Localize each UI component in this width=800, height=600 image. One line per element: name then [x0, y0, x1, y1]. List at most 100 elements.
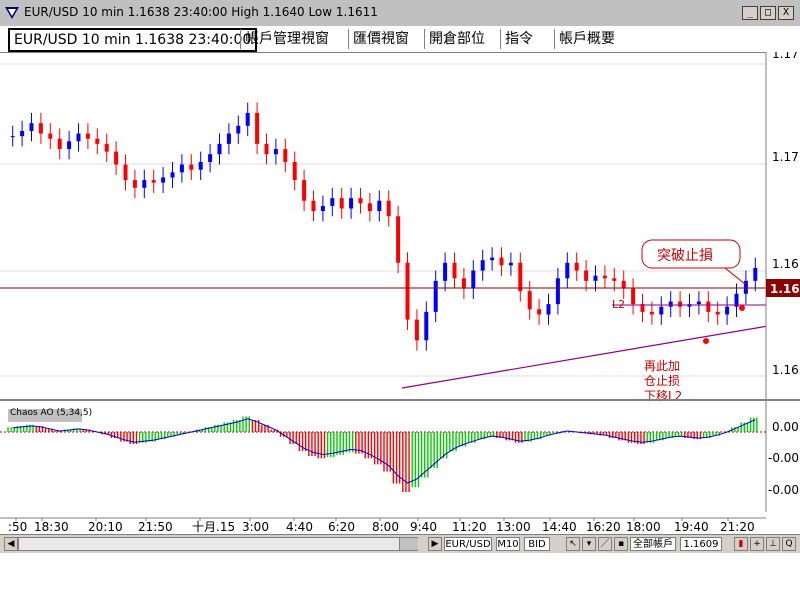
- candle-body: [443, 262, 448, 281]
- candle-body: [29, 123, 34, 131]
- time-label: :50: [8, 520, 27, 534]
- candle-body: [85, 133, 90, 139]
- candle: [668, 291, 673, 318]
- draw-tool-icon[interactable]: ↖: [566, 537, 580, 551]
- account-box[interactable]: 全部帳戶: [630, 537, 676, 551]
- candle-body: [518, 262, 523, 292]
- candle-body: [593, 275, 598, 281]
- candle-body: [753, 267, 758, 281]
- scroll-left-icon[interactable]: ◀: [4, 537, 18, 551]
- candle: [283, 138, 288, 173]
- candle: [302, 169, 307, 212]
- candle: [189, 154, 194, 181]
- candle-body: [480, 260, 485, 271]
- marker-tool-icon[interactable]: ▪: [614, 537, 628, 551]
- tab-account-management[interactable]: 帳戶管理視窗: [240, 29, 333, 49]
- sell-icon[interactable]: ▮: [734, 537, 748, 551]
- tab-account-summary[interactable]: 帳戶概要: [554, 29, 619, 49]
- candle-body: [584, 270, 589, 281]
- scroll-right-icon[interactable]: ▶: [428, 537, 442, 551]
- candle-body: [302, 180, 307, 201]
- app-logo-icon: [5, 7, 19, 19]
- time-label: 6:20: [328, 520, 355, 534]
- candle: [358, 187, 363, 214]
- chart-area[interactable]: L2 突破止損 再此加 仓止损 下移L2 1.17 1.17 1.16 1.16…: [0, 52, 800, 534]
- candle: [499, 247, 504, 276]
- close-button[interactable]: X: [778, 6, 794, 20]
- time-label: 十月.15: [192, 520, 235, 534]
- tab-orders[interactable]: 指令: [500, 29, 537, 49]
- candle: [104, 133, 109, 162]
- price-label-2: 1.17: [772, 150, 799, 164]
- candles: [10, 102, 758, 351]
- candle-body: [273, 149, 278, 155]
- candle: [574, 252, 579, 281]
- candle-body: [20, 130, 25, 137]
- tab-open-positions[interactable]: 開倉部位: [424, 29, 489, 49]
- line-tool-icon[interactable]: ／: [598, 537, 612, 551]
- candle-body: [245, 112, 250, 126]
- interval-box[interactable]: M10: [496, 537, 520, 551]
- candle-body: [179, 164, 184, 173]
- candle: [226, 123, 231, 155]
- candle-body: [349, 198, 354, 209]
- ao-label-1: 0.00: [772, 420, 799, 434]
- candle-body: [527, 291, 532, 310]
- status-bar: ◀ ▶ EUR/USD M10 BID ↖ ▾ ／ ▪ 全部帳戶 1.1609 …: [0, 534, 800, 553]
- crosshair-icon[interactable]: +: [750, 537, 764, 551]
- candle: [452, 252, 457, 289]
- add-marker: [703, 338, 709, 344]
- minimize-button[interactable]: _: [742, 6, 758, 20]
- candle-body: [132, 180, 137, 188]
- price-box: 1.1609: [680, 537, 722, 551]
- tab-bar: EUR/USD 10 min 1.1638 23:40:00 帳戶管理視窗 匯價…: [0, 26, 800, 53]
- candle: [273, 138, 278, 165]
- candle-body: [668, 301, 673, 307]
- candle: [95, 128, 100, 155]
- candle: [48, 123, 53, 150]
- candle-body: [142, 180, 147, 188]
- candle: [725, 296, 730, 325]
- candle-body: [461, 278, 466, 289]
- support-trendline: [401, 324, 775, 389]
- candle: [753, 257, 758, 292]
- time-label: 9:40: [410, 520, 437, 534]
- candle: [396, 205, 401, 274]
- candle-body: [255, 112, 260, 144]
- tab-quotes[interactable]: 匯價視窗: [348, 29, 413, 49]
- scrollbar-thumb[interactable]: [399, 538, 418, 550]
- tab-chart[interactable]: EUR/USD 10 min 1.1638 23:40:00: [8, 28, 258, 52]
- side-box[interactable]: BID: [524, 537, 550, 551]
- candle: [132, 169, 137, 199]
- candle: [471, 260, 476, 299]
- candle-body: [226, 133, 231, 144]
- candle-body: [612, 278, 617, 281]
- dropdown-icon[interactable]: ▾: [582, 537, 596, 551]
- candle-body: [57, 138, 62, 150]
- candle-body: [696, 301, 701, 305]
- candle-body: [170, 172, 175, 178]
- candle: [85, 123, 90, 150]
- candle-body: [659, 306, 664, 315]
- symbol-box[interactable]: EUR/USD: [444, 537, 492, 551]
- time-label: 18:00: [626, 520, 661, 534]
- candle-body: [706, 301, 711, 312]
- time-label: 21:20: [720, 520, 755, 534]
- q-button[interactable]: Q: [782, 537, 796, 551]
- price-chart[interactable]: L2 突破止損 再此加 仓止损 下移L2 1.17 1.17 1.16 1.16…: [0, 52, 800, 534]
- candle: [743, 270, 748, 305]
- candle-body: [414, 319, 419, 341]
- candle-body: [678, 301, 683, 307]
- time-label: 19:40: [674, 520, 709, 534]
- maximize-button[interactable]: □: [760, 6, 776, 20]
- time-label: 8:00: [372, 520, 399, 534]
- order-icon[interactable]: ⊥: [766, 537, 780, 551]
- candle-body: [292, 161, 297, 181]
- candle: [602, 265, 607, 289]
- horizontal-scrollbar[interactable]: [18, 537, 418, 551]
- ao-label-3: -0.00: [768, 483, 799, 497]
- candle: [76, 123, 81, 152]
- candle: [217, 133, 222, 165]
- candle-body: [48, 133, 53, 139]
- candle-body: [508, 262, 513, 266]
